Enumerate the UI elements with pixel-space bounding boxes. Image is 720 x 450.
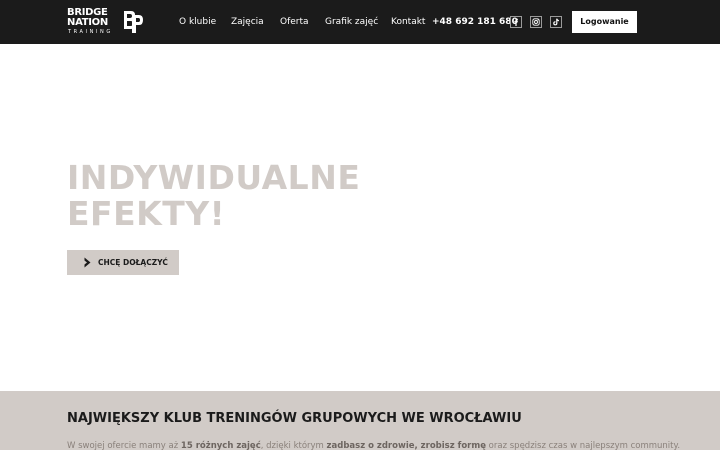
nav-oferta[interactable]: Oferta [280, 16, 309, 28]
section-text-part2: , dzięki którym [260, 441, 327, 450]
nav-zajecia[interactable]: Zajęcia [231, 16, 264, 28]
section-text-bold1: 15 różnych zajęć [180, 441, 261, 450]
nav-o-klubie[interactable]: O klubie [179, 16, 216, 28]
nav-grafik-zajec[interactable]: Grafik zajęć [325, 16, 378, 28]
hero-title: INDYWIDUALNE EFEKTY! [67, 160, 360, 232]
tiktok-icon [553, 18, 559, 26]
facebook-link[interactable] [510, 16, 522, 28]
section-text-part3: oraz spędzisz czas w najlepszym communit… [485, 441, 681, 450]
nav-kontakt[interactable]: Kontakt [391, 16, 425, 28]
instagram-link[interactable] [530, 16, 542, 28]
logo-mark-icon [124, 11, 143, 33]
tiktok-link[interactable] [550, 16, 562, 28]
section-text-bold2: zadbasz o zdrowie, zrobisz formę [326, 441, 486, 450]
section-title: NAJWIĘKSZY KLUB TRENINGÓW GRUPOWYCH WE W… [67, 411, 522, 426]
section-text-part1: W swojej ofercie mamy aż [67, 441, 181, 450]
join-button[interactable]: CHCĘ DOŁĄCZYĆ [67, 250, 179, 275]
hero-title-line1: INDYWIDUALNE [67, 158, 361, 197]
instagram-icon [532, 18, 540, 26]
logo-subtitle: TRAINING [68, 29, 113, 35]
logo-line2: NATION [67, 17, 108, 28]
chevron-right-icon [84, 257, 91, 268]
about-section: NAJWIĘKSZY KLUB TRENINGÓW GRUPOWYCH WE W… [0, 391, 720, 450]
hero-title-line2: EFEKTY! [67, 194, 226, 233]
logo[interactable]: BRIDGE NATION TRAINING [67, 8, 147, 36]
phone-number[interactable]: +48 692 181 680 [432, 16, 518, 28]
login-button[interactable]: Logowanie [572, 11, 637, 33]
section-text: W swojej ofercie mamy aż 15 różnych zaję… [67, 440, 680, 450]
join-button-label: CHCĘ DOŁĄCZYĆ [98, 257, 168, 267]
site-header: BRIDGE NATION TRAINING O klubie Zajęcia … [0, 0, 720, 44]
facebook-icon [514, 18, 518, 26]
